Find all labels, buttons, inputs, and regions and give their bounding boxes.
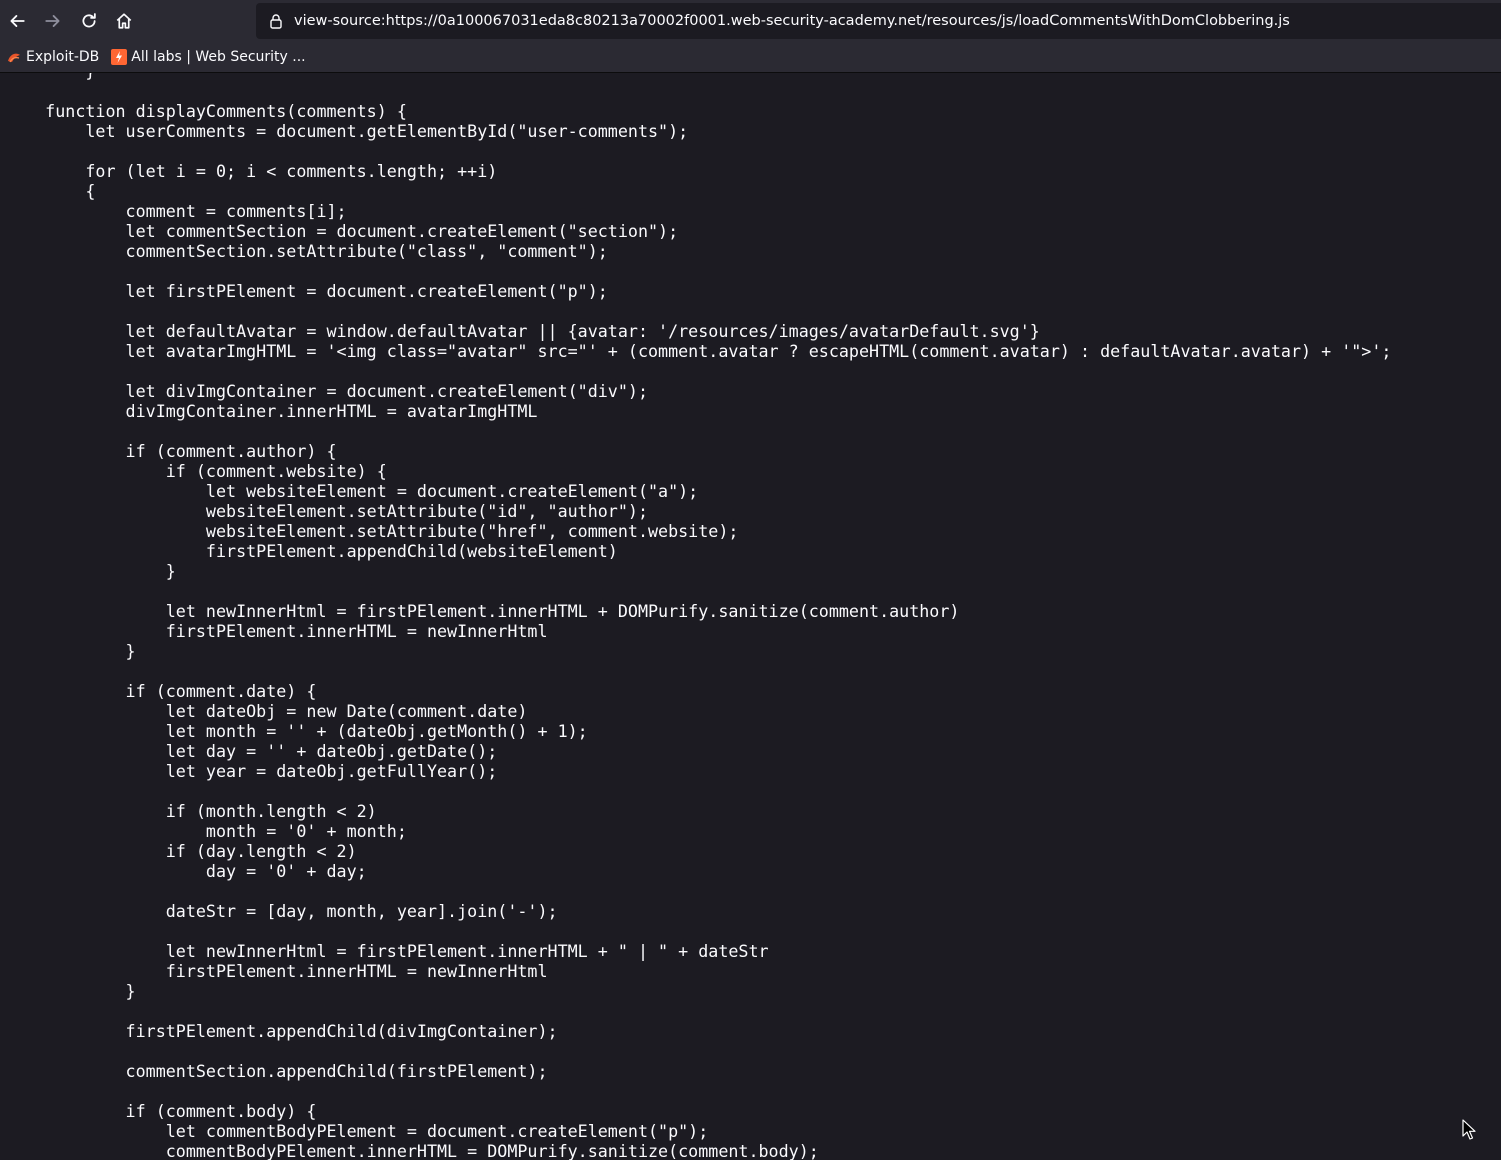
code-line: month = '0' + month; — [5, 821, 407, 841]
code-line: function displayComments(comments) { — [5, 101, 407, 121]
code-line: let newInnerHtml = firstPElement.innerHT… — [5, 601, 960, 621]
mouse-cursor-icon — [1462, 1119, 1476, 1140]
source-code: } function displayComments(comments) { l… — [5, 73, 1391, 1160]
browser-toolbar: view-source:https://0a100067031eda8c8021… — [0, 0, 1501, 42]
bookmarks-bar: Exploit-DB All labs | Web Security ... — [0, 42, 1501, 73]
code-line: let month = '' + (dateObj.getMonth() + 1… — [5, 721, 588, 741]
code-line: if (comment.website) { — [5, 461, 387, 481]
code-line: let firstPElement = document.createEleme… — [5, 281, 608, 301]
code-line: firstPElement.innerHTML = newInnerHtml — [5, 621, 548, 641]
code-line: commentSection.appendChild(firstPElement… — [5, 1061, 548, 1081]
code-line: websiteElement.setAttribute("href", comm… — [5, 521, 739, 541]
code-line: firstPElement.appendChild(websiteElement… — [5, 541, 618, 561]
code-line: let divImgContainer = document.createEle… — [5, 381, 648, 401]
code-line: } — [5, 641, 136, 661]
arrow-left-icon — [10, 15, 25, 27]
home-button[interactable] — [108, 5, 140, 37]
exploit-db-icon — [8, 53, 20, 63]
code-line: let year = dateObj.getFullYear(); — [5, 761, 498, 781]
code-line: dateStr = [day, month, year].join('-'); — [5, 901, 558, 921]
code-line: let userComments = document.getElementBy… — [5, 121, 689, 141]
code-line: firstPElement.innerHTML = newInnerHtml — [5, 961, 548, 981]
lock-icon — [270, 14, 282, 29]
code-line: if (day.length < 2) — [5, 841, 357, 861]
code-line: if (month.length < 2) — [5, 801, 377, 821]
code-line: for (let i = 0; i < comments.length; ++i… — [5, 161, 498, 181]
code-line: day = '0' + day; — [5, 861, 367, 881]
url-text[interactable]: view-source:https://0a100067031eda8c8021… — [294, 13, 1290, 29]
forward-button[interactable] — [37, 5, 69, 37]
code-line: } — [5, 561, 176, 581]
bookmark-label: All labs | Web Security ... — [131, 49, 306, 65]
code-line: let dateObj = new Date(comment.date) — [5, 701, 528, 721]
code-line: } — [5, 73, 1391, 81]
code-line: let defaultAvatar = window.defaultAvatar… — [5, 321, 1040, 341]
bookmark-exploit-db[interactable]: Exploit-DB — [0, 45, 105, 69]
portswigger-icon — [111, 49, 128, 65]
bookmark-label: Exploit-DB — [26, 49, 100, 65]
code-line: let commentSection = document.createElem… — [5, 221, 679, 241]
home-icon — [116, 13, 132, 29]
code-line: if (comment.body) { — [5, 1101, 317, 1121]
code-line: let day = '' + dateObj.getDate(); — [5, 741, 498, 761]
reload-icon — [82, 13, 96, 28]
code-line: let newInnerHtml = firstPElement.innerHT… — [5, 941, 769, 961]
arrow-right-icon — [45, 15, 60, 27]
back-button[interactable] — [1, 5, 33, 37]
code-line: { — [5, 181, 96, 201]
code-line: firstPElement.appendChild(divImgContaine… — [5, 1021, 558, 1041]
code-line: if (comment.author) { — [5, 441, 337, 461]
url-bar[interactable]: view-source:https://0a100067031eda8c8021… — [256, 3, 1501, 39]
code-line: websiteElement.setAttribute("id", "autho… — [5, 501, 648, 521]
code-line: if (comment.date) { — [5, 681, 317, 701]
code-line: divImgContainer.innerHTML = avatarImgHTM… — [5, 401, 538, 421]
code-line: commentSection.setAttribute("class", "co… — [5, 241, 608, 261]
code-line: commentBodyPElement.innerHTML = DOMPurif… — [5, 1141, 819, 1160]
code-line: let commentBodyPElement = document.creat… — [5, 1121, 709, 1141]
bookmark-all-labs[interactable]: All labs | Web Security ... — [105, 45, 311, 69]
code-line: comment = comments[i]; — [5, 201, 347, 221]
view-source-content[interactable]: } function displayComments(comments) { l… — [0, 73, 1501, 1160]
code-line: let websiteElement = document.createElem… — [5, 481, 699, 501]
reload-button[interactable] — [73, 5, 105, 37]
code-line: } — [5, 981, 136, 1001]
code-line: let avatarImgHTML = '<img class="avatar"… — [5, 341, 1392, 361]
